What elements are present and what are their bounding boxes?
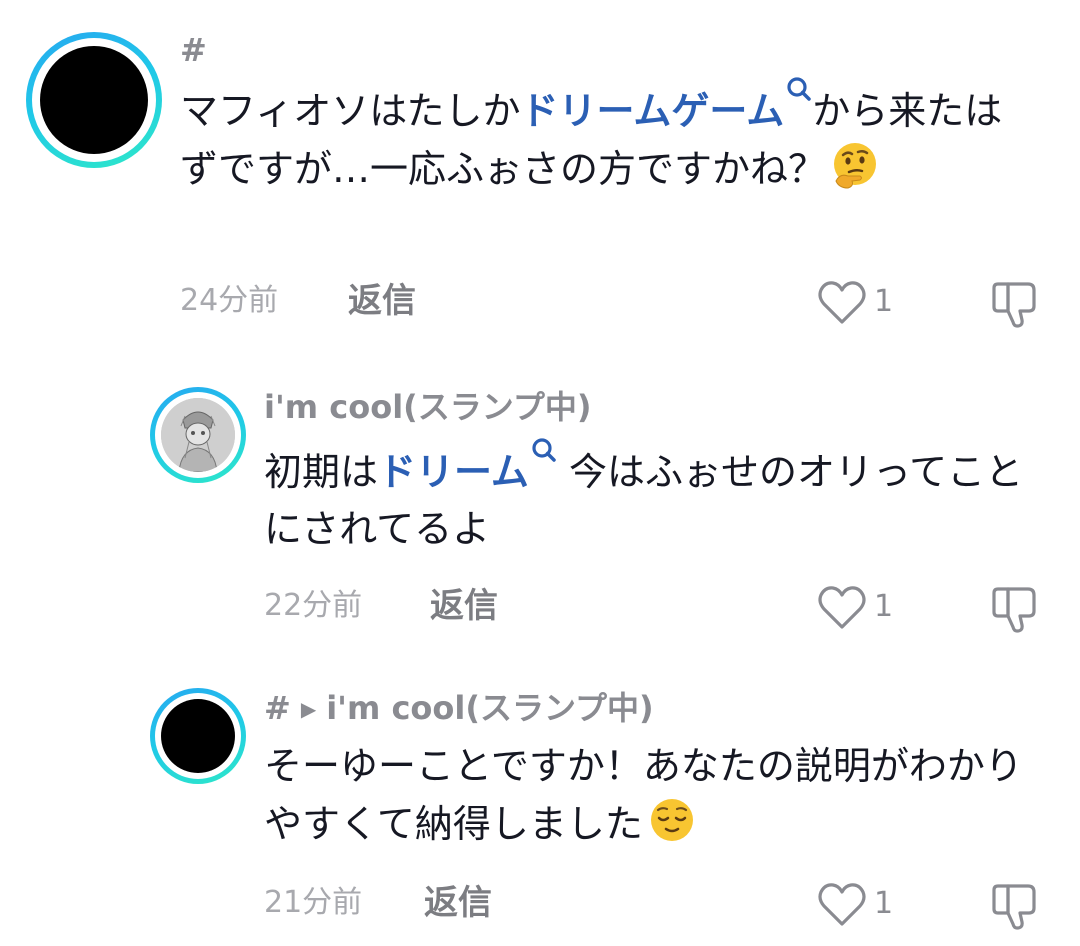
reply-button[interactable]: 返信 [348, 276, 416, 326]
comment-text-part: 初期は [264, 450, 379, 494]
avatar[interactable] [150, 688, 246, 784]
heart-outline-icon[interactable] [816, 880, 868, 928]
username[interactable]: # [264, 689, 291, 727]
like-count: 1 [874, 284, 894, 319]
timestamp: 21分前 [264, 885, 363, 920]
search-icon[interactable] [531, 437, 557, 467]
heart-outline-icon[interactable] [816, 583, 868, 631]
comment-text-part: そーゆーことですか！あなたの説明がわかりやすくて納得しました [264, 744, 1023, 846]
comment-body: # マフィオソはたしかドリームゲーム から来たはずですが…一応ふぉさの方ですかね？… [180, 28, 1040, 328]
thinking-face-emoji [834, 143, 877, 189]
avatar[interactable] [150, 387, 246, 483]
avatar[interactable] [26, 32, 162, 168]
comment-thread: # マフィオソはたしかドリームゲーム から来たはずですが…一応ふぉさの方ですかね？… [0, 0, 1080, 946]
thumbs-down-outline-icon[interactable] [988, 276, 1042, 330]
play-arrow-icon: ▶ [300, 697, 317, 721]
comment-meta: 22分前 返信 1 [264, 581, 1044, 633]
timestamp: 24分前 [180, 283, 279, 318]
like-count: 1 [874, 589, 894, 624]
comment-meta: 24分前 返信 1 [180, 276, 1040, 328]
timestamp: 22分前 [264, 588, 363, 623]
relieved-face-emoji [650, 799, 693, 841]
search-link-label[interactable]: ドリームゲーム [520, 89, 784, 133]
heart-outline-icon[interactable] [816, 278, 868, 326]
thumbs-down-outline-icon[interactable] [988, 878, 1042, 932]
comment-body: # ▶ i'm cool(スランプ中) そーゆーことですか！あなたの説明がわかりやす… [264, 686, 1044, 930]
comment-text: 初期はドリーム 今はふぉせのオリってことにされてるよ [264, 437, 1044, 558]
username[interactable]: # [180, 28, 1040, 72]
search-link[interactable]: ドリームゲーム [520, 77, 812, 133]
comment-meta: 21分前 返信 1 [264, 878, 1044, 930]
reply-to-username[interactable]: i'm cool(スランプ中) [326, 689, 653, 727]
username[interactable]: i'm cool(スランプ中) [264, 385, 1044, 429]
like-count: 1 [874, 886, 894, 921]
reply-button[interactable]: 返信 [424, 878, 492, 928]
search-link[interactable]: ドリーム [378, 438, 557, 494]
search-icon[interactable] [786, 76, 812, 106]
comment-text-part: マフィオソはたしか [180, 89, 521, 133]
comment-text: そーゆーことですか！あなたの説明がわかりやすくて納得しました [264, 738, 1044, 853]
comment-text: マフィオソはたしかドリームゲーム から来たはずですが…一応ふぉさの方ですかね？ [180, 76, 1040, 198]
username-line: # ▶ i'm cool(スランプ中) [264, 686, 1044, 730]
search-link-label[interactable]: ドリーム [378, 450, 529, 494]
avatar-sketch-image [161, 398, 235, 472]
thumbs-down-outline-icon[interactable] [988, 581, 1042, 635]
comment-body: i'm cool(スランプ中) 初期はドリーム 今はふぉせのオリってことにされて… [264, 385, 1044, 633]
reply-button[interactable]: 返信 [430, 581, 498, 631]
